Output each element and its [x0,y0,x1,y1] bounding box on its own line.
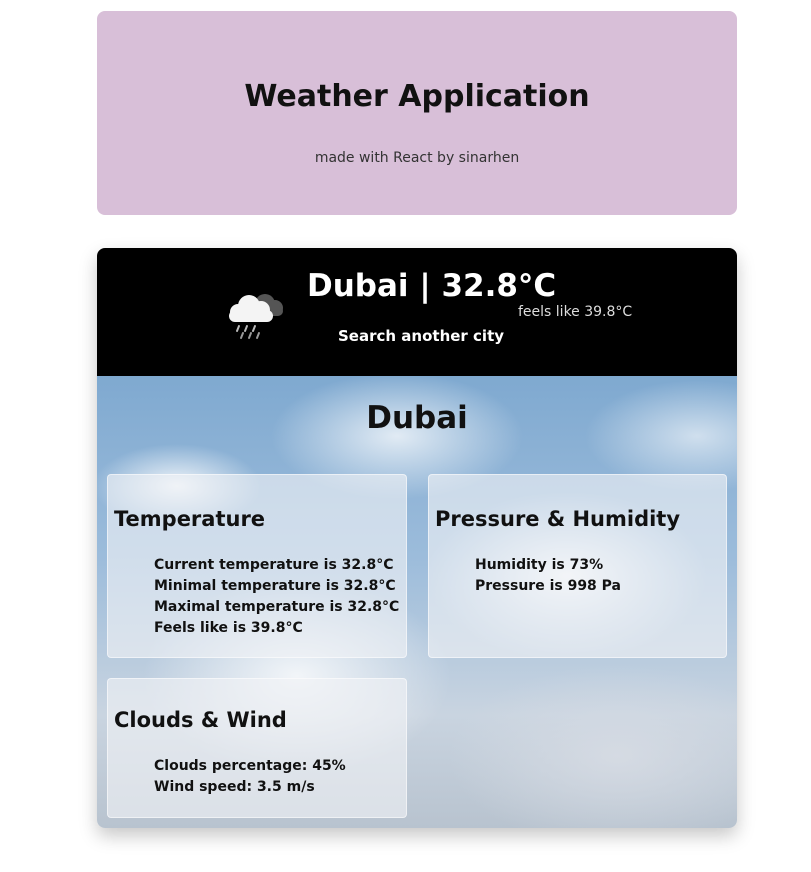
list-item: Feels like is 39.8°C [154,620,303,636]
pressure-humidity-box: Pressure & Humidity Humidity is 73% Pres… [428,474,727,658]
page: Weather Application made with React by s… [0,0,811,872]
pressure-humidity-list: Humidity is 73% Pressure is 998 Pa [475,555,621,597]
list-item: Wind speed: 3.5 m/s [154,779,315,795]
weather-card: Dubai | 32.8°C feels like 39.8°C Search … [97,248,737,828]
clouds-wind-box: Clouds & Wind Clouds percentage: 45% Win… [107,678,407,818]
feels-like-label: feels like 39.8°C [518,304,633,320]
temperature-box: Temperature Current temperature is 32.8°… [107,474,407,658]
weather-summary-bar: Dubai | 32.8°C feels like 39.8°C Search … [97,248,737,376]
list-item: Current temperature is 32.8°C [154,557,394,573]
list-item: Clouds percentage: 45% [154,758,346,774]
clouds-wind-list: Clouds percentage: 45% Wind speed: 3.5 m… [154,756,346,798]
list-item: Maximal temperature is 32.8°C [154,599,400,615]
app-subtitle: made with React by sinarhen [314,150,520,166]
list-item: Pressure is 998 Pa [475,578,622,594]
temperature-title: Temperature [114,507,266,531]
app-title: Weather Application [244,79,590,114]
rain-cloud-icon [229,294,283,339]
list-item: Humidity is 73% [475,557,604,573]
city-temperature-heading: Dubai | 32.8°C [307,268,557,304]
temperature-list: Current temperature is 32.8°C Minimal te… [154,555,399,639]
search-another-city-button[interactable]: Search another city [338,327,504,345]
pressure-humidity-title: Pressure & Humidity [435,507,681,531]
weather-details-panel: Dubai Temperature Current temperature is… [97,376,737,828]
clouds-wind-title: Clouds & Wind [114,708,287,732]
list-item: Minimal temperature is 32.8°C [154,578,396,594]
city-name-heading: Dubai [366,400,468,436]
app-header: Weather Application made with React by s… [97,11,737,215]
